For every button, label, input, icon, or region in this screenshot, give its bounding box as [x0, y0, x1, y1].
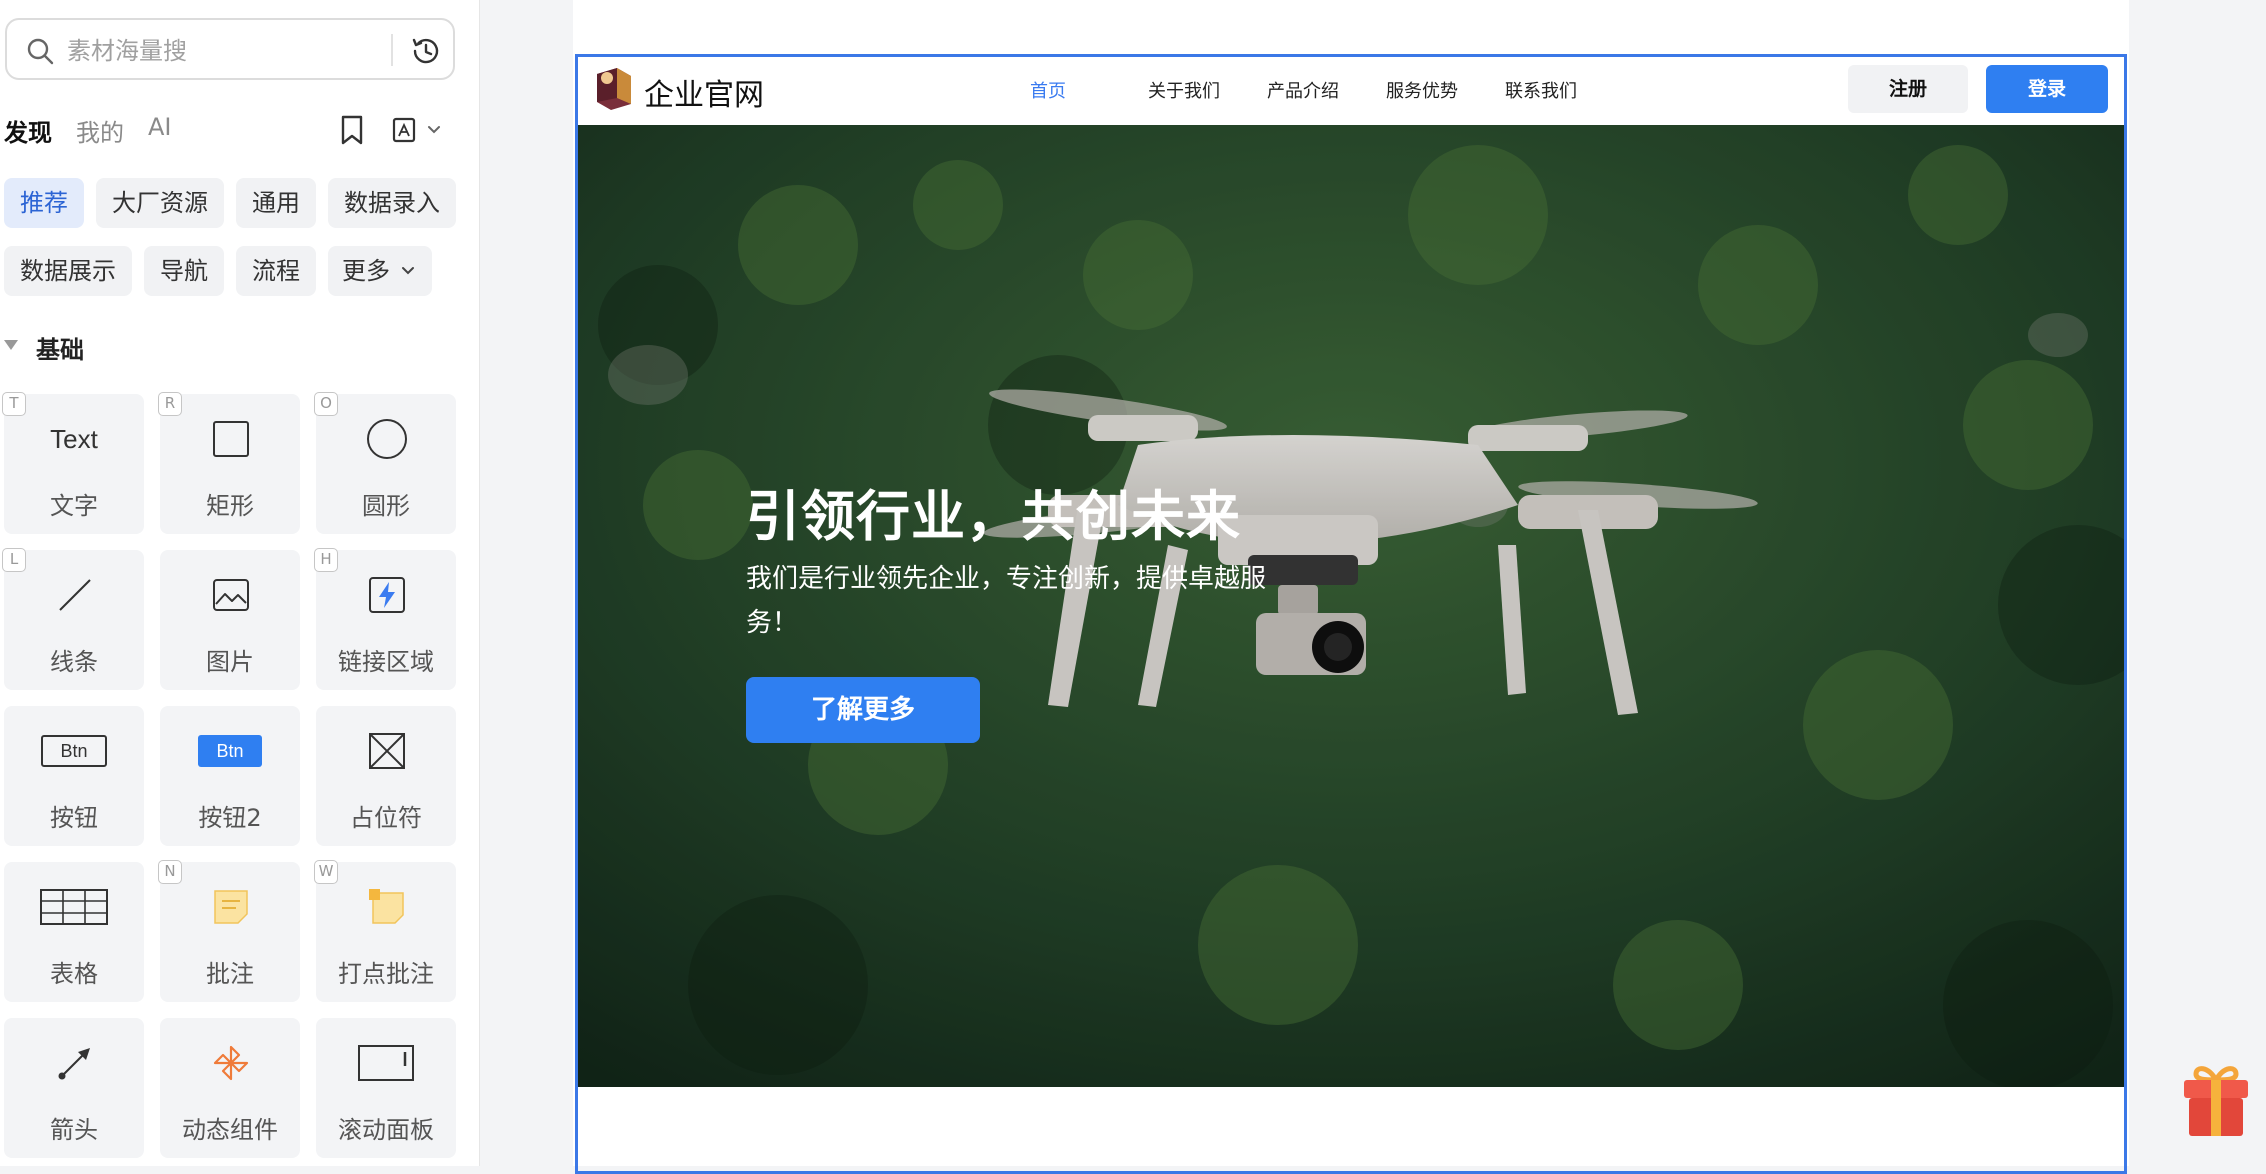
component-label: 占位符	[350, 804, 422, 832]
hero-banner[interactable]: 引领行业，共创未来 我们是行业领先企业，专注创新，提供卓越服务！ 了解更多	[578, 125, 2124, 1087]
hero-title: 引领行业，共创未来	[746, 485, 1241, 548]
tab-mine[interactable]: 我的	[76, 113, 124, 148]
chip-data-display[interactable]: 数据展示	[4, 246, 132, 296]
shortcut-badge: W	[314, 860, 338, 884]
section-title: 基础	[36, 336, 84, 364]
component-label: 动态组件	[182, 1116, 278, 1144]
chip-big-resources[interactable]: 大厂资源	[96, 178, 224, 228]
nav-advantages[interactable]: 服务优势	[1386, 77, 1458, 103]
component-label: 箭头	[50, 1116, 98, 1144]
component-line[interactable]: L 线条	[2, 548, 144, 690]
shortcut-badge: T	[2, 392, 26, 416]
component-label: 批注	[206, 960, 254, 988]
hero-subtitle: 我们是行业领先企业，专注创新，提供卓越服务！	[746, 564, 1267, 638]
search-divider	[391, 34, 393, 66]
component-text[interactable]: T Text 文字	[2, 392, 144, 534]
note-icon	[210, 886, 252, 928]
component-image[interactable]: 图片	[160, 550, 300, 690]
history-icon[interactable]	[409, 34, 443, 68]
lightning-icon	[366, 574, 408, 616]
search-icon	[27, 38, 54, 65]
dynamic-component-icon	[210, 1042, 252, 1084]
button-filled-icon: Btn	[196, 730, 264, 772]
collapse-triangle-icon	[4, 340, 18, 350]
chip-navigation[interactable]: 导航	[144, 246, 224, 296]
button-outline-icon: Btn	[40, 730, 108, 772]
line-icon	[54, 574, 96, 616]
tab-ai[interactable]: AI	[148, 113, 172, 141]
component-button2[interactable]: Btn 按钮2	[160, 706, 300, 846]
nav-products[interactable]: 产品介绍	[1267, 77, 1339, 103]
component-pin-annotation[interactable]: W 打点批注	[314, 860, 456, 1002]
chevron-down-icon	[402, 267, 414, 275]
nav-about[interactable]: 关于我们	[1148, 77, 1220, 103]
shortcut-badge: O	[314, 392, 338, 416]
rectangle-icon	[210, 418, 252, 460]
tab-discover[interactable]: 发现	[4, 113, 52, 148]
table-icon	[38, 886, 110, 928]
nav-home[interactable]: 首页	[1030, 77, 1066, 103]
image-icon	[210, 574, 252, 616]
chip-recommend[interactable]: 推荐	[4, 178, 84, 228]
component-label: 圆形	[362, 492, 410, 520]
component-rectangle[interactable]: R 矩形	[158, 392, 300, 534]
component-label: 打点批注	[338, 960, 434, 988]
chip-general[interactable]: 通用	[236, 178, 316, 228]
component-label: 表格	[50, 960, 98, 988]
component-placeholder[interactable]: 占位符	[316, 706, 456, 846]
component-panel: 发现 我的 AI 推荐 大厂资源 通用 数据录入 数据展示 导航 流程 更多 基…	[0, 0, 480, 1166]
component-label: 滚动面板	[338, 1116, 434, 1144]
shortcut-badge: L	[2, 548, 26, 572]
logo-icon	[597, 68, 631, 110]
login-button[interactable]: 登录	[1986, 65, 2108, 113]
component-scroll-panel[interactable]: 滚动面板	[316, 1018, 456, 1158]
document-icon[interactable]	[390, 116, 418, 144]
learn-more-button[interactable]: 了解更多	[746, 677, 980, 743]
component-button[interactable]: Btn 按钮	[4, 706, 144, 846]
nav-contact[interactable]: 联系我们	[1505, 77, 1577, 103]
shortcut-badge: N	[158, 860, 182, 884]
component-label: 链接区域	[338, 648, 434, 676]
component-label: 线条	[50, 648, 98, 676]
gift-icon[interactable]	[2180, 1062, 2252, 1138]
component-label: 文字	[50, 492, 98, 520]
component-label: 按钮2	[198, 804, 262, 832]
component-arrow[interactable]: 箭头	[4, 1018, 144, 1158]
chevron-down-icon[interactable]	[426, 124, 442, 136]
component-annotation[interactable]: N 批注	[158, 860, 300, 1002]
component-label: 按钮	[50, 804, 98, 832]
shortcut-badge: R	[158, 392, 182, 416]
placeholder-icon	[366, 730, 408, 772]
register-button[interactable]: 注册	[1848, 65, 1968, 113]
site-header[interactable]: 企业官网 首页 关于我们 产品介绍 服务优势 联系我们 注册 登录	[578, 57, 2124, 125]
search-box[interactable]	[5, 18, 455, 80]
component-circle[interactable]: O 圆形	[314, 392, 456, 534]
bookmark-icon[interactable]	[338, 114, 366, 146]
component-link-area[interactable]: H 链接区域	[314, 548, 456, 690]
shortcut-badge: H	[314, 548, 338, 572]
component-label: 图片	[206, 648, 254, 676]
chip-data-entry[interactable]: 数据录入	[328, 178, 456, 228]
circle-icon	[366, 418, 408, 460]
chip-flow[interactable]: 流程	[236, 246, 316, 296]
component-label: 矩形	[206, 492, 254, 520]
search-input[interactable]	[65, 32, 389, 70]
chip-more[interactable]: 更多	[328, 246, 432, 296]
component-table[interactable]: 表格	[4, 862, 144, 1002]
site-logo-text[interactable]: 企业官网	[644, 70, 764, 114]
text-icon: Text	[50, 423, 98, 454]
component-dynamic[interactable]: 动态组件	[160, 1018, 300, 1158]
chip-more-label: 更多	[342, 257, 390, 285]
arrow-icon	[54, 1042, 96, 1084]
pin-note-icon	[366, 886, 408, 928]
scroll-panel-icon	[352, 1042, 420, 1084]
